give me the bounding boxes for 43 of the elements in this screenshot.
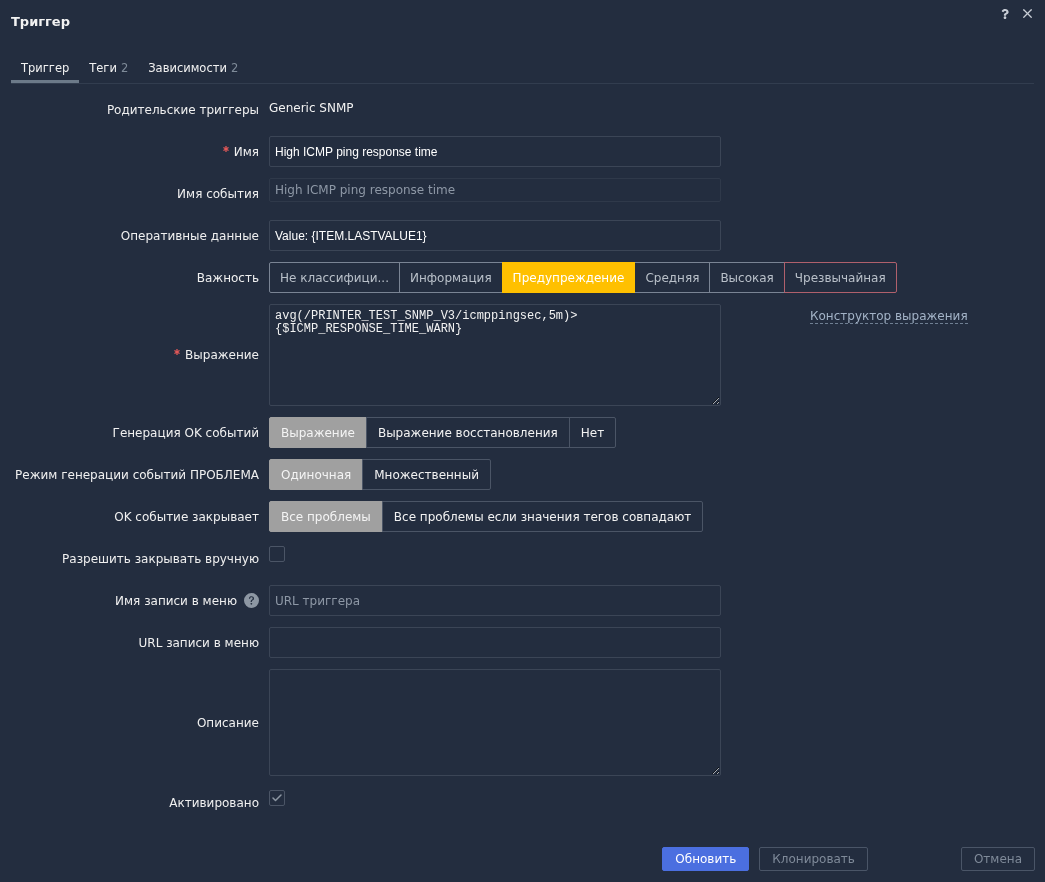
severity-option[interactable]: Высокая (709, 262, 785, 293)
expression-field[interactable]: avg(/PRINTER_TEST_SNMP_V3/icmppingsec,5m)> {$ICMP_RESPONSE_TIME_WARN} (269, 304, 721, 406)
field-label: Активировано (169, 795, 259, 810)
toggle-option[interactable]: Множественный (362, 459, 491, 490)
cancel-button[interactable]: Отмена (960, 847, 1035, 871)
input-field[interactable]: Value: {ITEM.LASTVALUE1} (269, 220, 721, 251)
input-field[interactable]: URL триггера (269, 585, 721, 616)
tab[interactable]: Триггер (11, 55, 80, 83)
toggle-option[interactable]: Нет (568, 417, 617, 448)
checkbox[interactable] (269, 790, 285, 806)
field-label: Имя (233, 144, 259, 159)
field-label: Важность (196, 270, 259, 285)
field-label: Родительские триггеры (106, 102, 259, 117)
field-label: Генерация OK событий (112, 425, 259, 440)
dialog-title: Триггер (11, 13, 70, 29)
help-icon[interactable] (244, 593, 259, 608)
check-icon (271, 792, 283, 804)
field-label: Имя события (177, 186, 259, 201)
severity-option[interactable]: Средняя (634, 262, 711, 293)
tab[interactable]: Зависимости 2 (138, 55, 249, 83)
field-label: Оперативные данные (120, 228, 259, 243)
severity-option[interactable]: Не классифици... (269, 262, 400, 293)
field-label: Режим генерации событий ПРОБЛЕМА (15, 467, 259, 482)
field-label: URL записи в меню (138, 635, 259, 650)
update-button[interactable]: Обновить (662, 847, 750, 871)
toggle-option[interactable]: Выражение восстановления (365, 417, 570, 448)
help-icon[interactable] (1000, 8, 1010, 19)
field-label: Разрешить закрывать вручную (62, 551, 259, 566)
close-icon[interactable] (1020, 6, 1035, 21)
field-label: Выражение (185, 348, 259, 362)
toggle-option[interactable]: Все проблемы если значения тегов совпадают (381, 501, 704, 532)
input-field[interactable] (269, 627, 721, 658)
field-label: Имя записи в меню (115, 593, 237, 608)
clone-button[interactable]: Клонировать (759, 847, 868, 871)
input-field[interactable]: High ICMP ping response time (269, 178, 721, 202)
field-label: OK событие закрывает (114, 509, 259, 524)
static-value: Generic SNMP (269, 100, 354, 115)
field-label: Описание (196, 715, 259, 730)
tab[interactable]: Теги 2 (79, 55, 139, 83)
checkbox[interactable] (269, 546, 285, 562)
severity-option[interactable]: Чрезвычайная (783, 262, 897, 293)
expression-constructor-link[interactable]: Конструктор выражения (810, 309, 968, 324)
input-field[interactable]: High ICMP ping response time (269, 136, 721, 167)
